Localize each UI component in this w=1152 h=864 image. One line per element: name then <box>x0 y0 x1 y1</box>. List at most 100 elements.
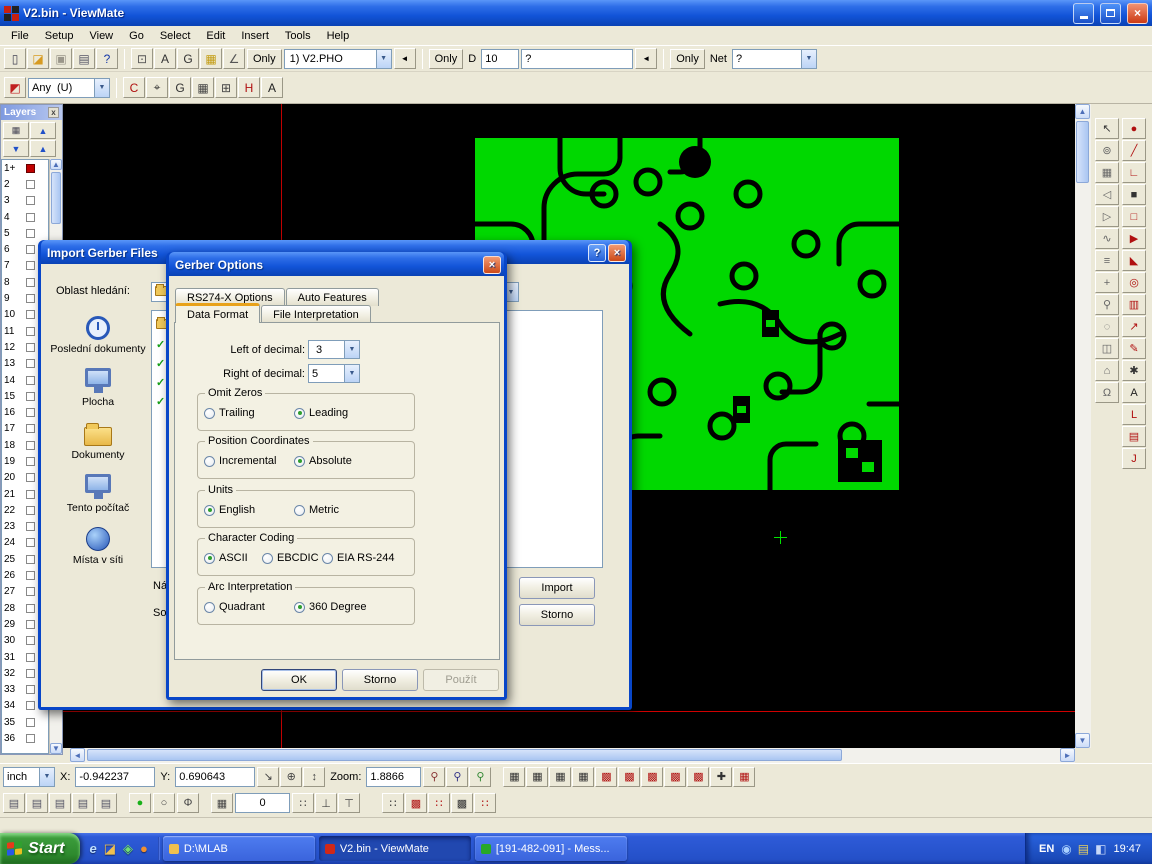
vertical-scrollbar[interactable]: ▲ ▼ <box>1075 104 1091 748</box>
desktop-item[interactable]: Plocha <box>47 368 149 408</box>
horizontal-scrollbar[interactable]: ◄ ► <box>70 748 1075 763</box>
recent-documents-item[interactable]: Poslední dokumenty <box>47 316 149 355</box>
overlay-3-icon[interactable]: ▩ <box>641 767 663 787</box>
documents-item[interactable]: Dokumenty <box>47 421 149 461</box>
draw-line-icon[interactable]: ╱ <box>1122 140 1146 161</box>
layer-swatch[interactable] <box>26 653 35 662</box>
layer-swatch[interactable] <box>26 555 35 564</box>
chevron-down-icon[interactable]: ▼ <box>344 341 359 358</box>
tab-auto-features[interactable]: Auto Features <box>286 288 379 306</box>
text-a-icon[interactable]: A <box>261 77 283 98</box>
h-tool-icon[interactable]: H <box>238 77 260 98</box>
layer-swatch[interactable] <box>26 538 35 547</box>
only-d-button[interactable]: Only <box>429 49 464 69</box>
draw-filled-rect-icon[interactable]: ■ <box>1122 184 1146 205</box>
pan-diagonal-icon[interactable]: ↘ <box>257 767 279 787</box>
measure-angle-icon[interactable]: ∠ <box>223 48 245 69</box>
menu-insert[interactable]: Insert <box>233 28 277 44</box>
tray-doc-icon[interactable]: ▤ <box>1078 842 1089 856</box>
display-grid-1-icon[interactable]: ▦ <box>503 767 525 787</box>
menu-file[interactable]: File <box>3 28 37 44</box>
radio-leading[interactable]: Leading <box>294 407 348 419</box>
layer-swatch[interactable] <box>26 718 35 727</box>
pattern-2-icon[interactable]: ▩ <box>405 793 427 813</box>
my-computer-item[interactable]: Tento počítač <box>47 474 149 514</box>
menu-setup[interactable]: Setup <box>37 28 82 44</box>
layer-swatch[interactable] <box>26 587 35 596</box>
layer-swatch[interactable] <box>26 359 35 368</box>
scroll-thumb[interactable] <box>51 172 61 224</box>
tab-data-format[interactable]: Data Format <box>175 303 260 323</box>
layer-swatch[interactable] <box>26 701 35 710</box>
zoom-tool-icon[interactable]: ⚲ <box>1095 294 1119 315</box>
l-tool-icon[interactable]: L <box>1122 404 1146 425</box>
aperture-circle-icon[interactable]: ○ <box>153 793 175 813</box>
close-button[interactable]: × <box>608 244 626 262</box>
display-grid-2-icon[interactable]: ▦ <box>526 767 548 787</box>
draw-pad-icon[interactable]: ● <box>1122 118 1146 139</box>
layer-swatch[interactable] <box>26 473 35 482</box>
grid-yellow-icon[interactable]: ▦ <box>200 48 222 69</box>
radio-trailing[interactable]: Trailing <box>204 407 255 419</box>
desktop-show-icon[interactable]: ◈ <box>123 841 133 857</box>
status-led-icon[interactable]: ● <box>129 793 151 813</box>
task-messenger[interactable]: [191-482-091] - Mess... <box>475 836 627 861</box>
chevron-down-icon[interactable]: ▼ <box>801 50 816 68</box>
menu-view[interactable]: View <box>81 28 121 44</box>
flip-left-icon[interactable]: ◁ <box>1095 184 1119 205</box>
flip-right-icon[interactable]: ▷ <box>1095 206 1119 227</box>
cancel-button[interactable]: Storno <box>519 604 595 626</box>
layer-swatch[interactable] <box>26 294 35 303</box>
tray-msn-icon[interactable]: ◉ <box>1061 842 1071 856</box>
pattern-3-icon[interactable]: ∷ <box>428 793 450 813</box>
layer-combo[interactable]: 1) V2.PHO ▼ <box>284 49 392 69</box>
draw-rect-icon[interactable]: □ <box>1122 206 1146 227</box>
mini-layer-5-icon[interactable]: ▤ <box>95 793 117 813</box>
layer-swatch[interactable] <box>26 408 35 417</box>
fill-tool-icon[interactable]: ▤ <box>1122 426 1146 447</box>
wave-tool-icon[interactable]: ∿ <box>1095 228 1119 249</box>
scroll-down-icon[interactable]: ▼ <box>50 743 62 754</box>
layer-back-button[interactable]: ◄ <box>394 48 416 69</box>
menu-tools[interactable]: Tools <box>277 28 319 44</box>
pattern-5-icon[interactable]: ∷ <box>474 793 496 813</box>
mirror-tool-icon[interactable]: ◫ <box>1095 338 1119 359</box>
task-viewmate[interactable]: V2.bin - ViewMate <box>319 836 471 861</box>
zoom-in-icon[interactable]: ⚲ <box>423 767 445 787</box>
layer-top-icon[interactable]: ▲ <box>30 140 56 157</box>
layer-swatch[interactable] <box>26 441 35 450</box>
scroll-thumb[interactable] <box>87 749 842 761</box>
restore-button[interactable] <box>1100 3 1121 24</box>
layer-row-4[interactable]: 4 <box>2 209 48 225</box>
browser-icon[interactable]: ● <box>140 841 148 856</box>
layers-table-icon[interactable]: ▦ <box>3 122 29 139</box>
layer-swatch[interactable] <box>26 522 35 531</box>
layer-swatch[interactable] <box>26 424 35 433</box>
radio-ascii[interactable]: ASCII <box>204 552 248 564</box>
overlay-5-icon[interactable]: ▩ <box>687 767 709 787</box>
ohm-tool-icon[interactable]: Ω <box>1095 382 1119 403</box>
layer-swatch[interactable] <box>26 734 35 743</box>
layer-swatch[interactable] <box>26 604 35 613</box>
draw-sketch-icon[interactable]: ✎ <box>1122 338 1146 359</box>
tray-volume-icon[interactable]: ◧ <box>1095 842 1106 856</box>
new-file-icon[interactable]: ▯ <box>4 48 26 69</box>
pattern-4-icon[interactable]: ▩ <box>451 793 473 813</box>
select-area-icon[interactable]: ⊡ <box>131 48 153 69</box>
center-view-icon[interactable]: ⊕ <box>280 767 302 787</box>
zoom-point-icon[interactable]: ⚲ <box>469 767 491 787</box>
layer-swatch[interactable] <box>26 310 35 319</box>
save-icon[interactable]: ▣ <box>50 48 72 69</box>
layer-up-icon[interactable]: ▲ <box>30 122 56 139</box>
x-coordinate-field[interactable]: -0.942237 <box>75 767 155 787</box>
rotate-tool-icon[interactable]: ◌ <box>1095 316 1119 337</box>
pointer-tool-icon[interactable]: ↖ <box>1095 118 1119 139</box>
ok-button[interactable]: OK <box>261 669 337 691</box>
grid-a-icon[interactable]: ▦ <box>192 77 214 98</box>
mini-layer-4-icon[interactable]: ▤ <box>72 793 94 813</box>
apply-button[interactable]: Použít <box>423 669 499 691</box>
snap-cross-icon[interactable]: ✚ <box>710 767 732 787</box>
draw-circle-icon[interactable]: ◎ <box>1122 272 1146 293</box>
draw-arrow-icon[interactable]: ▶ <box>1122 228 1146 249</box>
layer-swatch[interactable] <box>26 343 35 352</box>
